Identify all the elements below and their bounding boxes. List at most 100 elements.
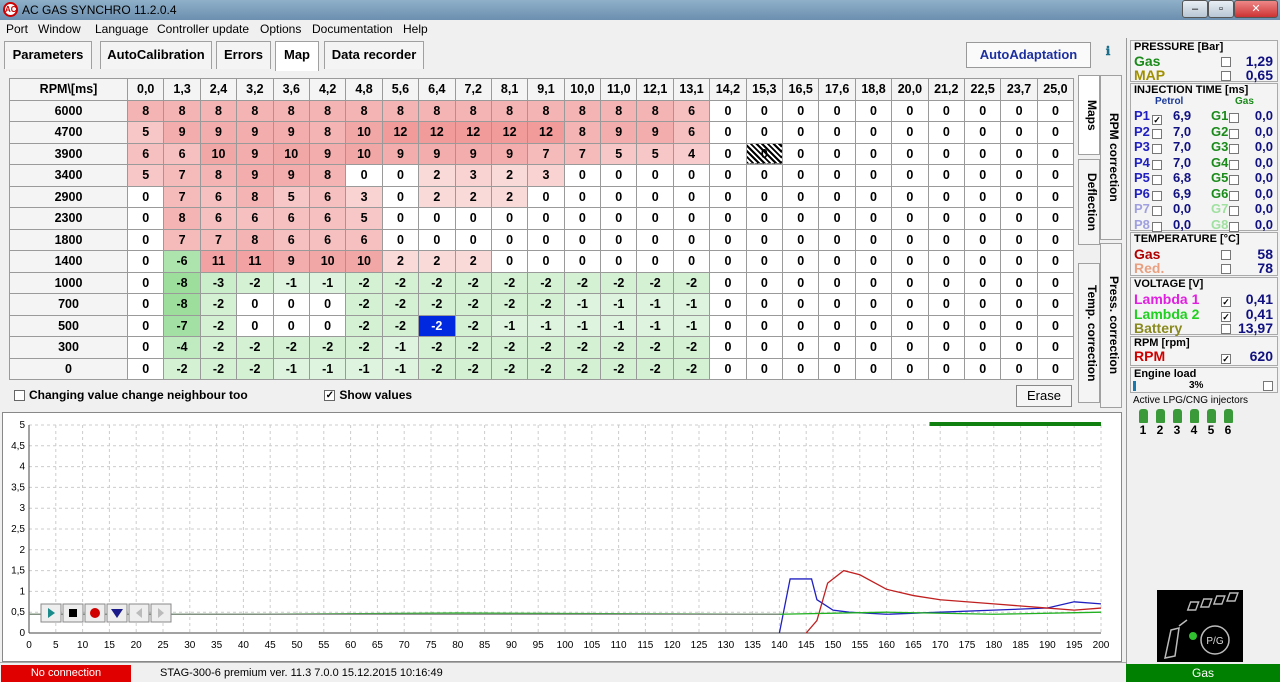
grid-cell[interactable]: 0 xyxy=(418,228,456,251)
grid-cell[interactable]: 0 xyxy=(927,121,965,144)
grid-cell[interactable]: 0 xyxy=(963,271,1002,294)
grid-cell[interactable]: 0 xyxy=(1000,142,1038,165)
grid-cell[interactable]: 0 xyxy=(272,293,310,316)
grid-cell[interactable]: 0 xyxy=(963,142,1002,165)
gas-injector-checkbox[interactable] xyxy=(1229,221,1239,232)
grid-cell[interactable]: 0 xyxy=(672,185,711,208)
grid-cell[interactable]: 9 xyxy=(381,142,420,165)
grid-cell[interactable]: 0 xyxy=(1000,164,1038,187)
grid-cell[interactable]: 0 xyxy=(927,250,965,273)
grid-cell[interactable]: 0 xyxy=(818,121,856,144)
grid-cell[interactable]: 0 xyxy=(854,185,893,208)
grid-cell[interactable]: -2 xyxy=(672,271,711,294)
grid-cell[interactable]: -2 xyxy=(636,357,674,380)
grid-cell[interactable]: 0 xyxy=(563,207,602,230)
grid-cell[interactable]: -2 xyxy=(672,357,711,380)
grid-cell[interactable]: 0 xyxy=(782,164,820,187)
grid-cell[interactable]: 0 xyxy=(745,185,784,208)
grid-cell[interactable]: 0 xyxy=(963,250,1002,273)
grid-cell[interactable]: 8 xyxy=(236,185,274,208)
grid-cell[interactable]: 0 xyxy=(818,164,856,187)
grid-cell[interactable]: 0 xyxy=(818,271,856,294)
grid-cell[interactable]: 0 xyxy=(1036,185,1075,208)
grid-cell[interactable]: 0 xyxy=(527,250,565,273)
gas-injector-checkbox[interactable] xyxy=(1229,159,1239,170)
grid-cell[interactable]: 0 xyxy=(1000,121,1038,144)
grid-cell[interactable]: 0 xyxy=(709,271,747,294)
grid-cell[interactable]: 0 xyxy=(418,207,456,230)
grid-cell[interactable]: -2 xyxy=(272,336,310,359)
grid-cell[interactable]: 0 xyxy=(1000,207,1038,230)
grid-cell[interactable]: -2 xyxy=(563,271,602,294)
grid-cell[interactable]: 0 xyxy=(1000,314,1038,337)
grid-cell[interactable]: 0 xyxy=(563,250,602,273)
grid-cell[interactable]: 8 xyxy=(636,99,674,122)
grid-cell[interactable]: -2 xyxy=(600,271,638,294)
grid-cell[interactable]: 0 xyxy=(854,314,893,337)
grid-cell[interactable]: -2 xyxy=(199,293,238,316)
grid-cell[interactable]: 0 xyxy=(782,357,820,380)
grid-cell[interactable]: 12 xyxy=(381,121,420,144)
grid-cell[interactable]: 0 xyxy=(818,99,856,122)
grid-cell[interactable]: 9 xyxy=(308,142,347,165)
close-button[interactable]: ✕ xyxy=(1234,0,1278,18)
grid-cell[interactable]: 2 xyxy=(490,185,529,208)
grid-cell[interactable]: -2 xyxy=(454,357,492,380)
grid-cell[interactable]: 8 xyxy=(163,207,201,230)
grid-cell[interactable]: 0 xyxy=(709,164,747,187)
grid-cell[interactable]: 0 xyxy=(745,293,784,316)
grid-cell[interactable]: 0 xyxy=(636,228,674,251)
grid-cell[interactable]: -8 xyxy=(163,271,201,294)
grid-cell[interactable]: 8 xyxy=(272,99,310,122)
grid-cell[interactable]: 0 xyxy=(600,164,638,187)
grid-cell[interactable]: 0 xyxy=(854,99,893,122)
grid-cell[interactable]: 0 xyxy=(891,142,929,165)
grid-cell[interactable]: 0 xyxy=(236,293,274,316)
grid-cell[interactable]: 0 xyxy=(745,357,784,380)
grid-cell[interactable]: 0 xyxy=(963,207,1002,230)
grid-cell[interactable]: -2 xyxy=(381,271,420,294)
grid-cell[interactable]: -1 xyxy=(636,314,674,337)
grid-cell[interactable]: 0 xyxy=(891,271,929,294)
grid-cell[interactable]: 0 xyxy=(745,207,784,230)
grid-cell[interactable]: 0 xyxy=(490,207,529,230)
grid-cell[interactable]: 0 xyxy=(745,228,784,251)
grid-cell[interactable]: -1 xyxy=(672,314,711,337)
grid-cell[interactable]: 0 xyxy=(636,250,674,273)
grid-cell[interactable]: 0 xyxy=(891,250,929,273)
grid-cell[interactable]: 6 xyxy=(308,185,347,208)
grid-cell[interactable]: 2 xyxy=(490,164,529,187)
grid-cell[interactable]: 0 xyxy=(854,121,893,144)
grid-cell[interactable]: 8 xyxy=(563,121,602,144)
grid-cell[interactable]: -2 xyxy=(418,336,456,359)
petrol-injector-checkbox[interactable] xyxy=(1152,221,1162,232)
grid-cell[interactable]: 6 xyxy=(345,228,383,251)
grid-cell[interactable]: 10 xyxy=(272,142,310,165)
grid-cell[interactable]: 0 xyxy=(927,164,965,187)
grid-cell[interactable]: -1 xyxy=(272,271,310,294)
grid-cell[interactable]: 0 xyxy=(636,185,674,208)
grid-cell[interactable]: 0 xyxy=(563,185,602,208)
grid-cell[interactable]: 8 xyxy=(236,99,274,122)
grid-cell[interactable]: 0 xyxy=(891,207,929,230)
grid-cell[interactable]: 0 xyxy=(891,293,929,316)
petrol-injector-checkbox[interactable] xyxy=(1152,206,1162,216)
grid-cell[interactable]: 0 xyxy=(527,185,565,208)
grid-cell[interactable]: 0 xyxy=(782,293,820,316)
grid-cell[interactable]: 0 xyxy=(1000,357,1038,380)
grid-cell[interactable]: -2 xyxy=(672,336,711,359)
grid-cell[interactable]: 0 xyxy=(891,314,929,337)
petrol-injector-checkbox[interactable] xyxy=(1152,144,1162,154)
gas-injector-checkbox[interactable] xyxy=(1229,128,1239,139)
tab-errors[interactable]: Errors xyxy=(216,41,271,69)
grid-cell[interactable]: 9 xyxy=(454,142,492,165)
grid-cell[interactable]: 0 xyxy=(927,228,965,251)
grid-cell[interactable]: -2 xyxy=(381,314,420,337)
grid-cell[interactable]: 0 xyxy=(927,207,965,230)
grid-cell[interactable]: 0 xyxy=(963,336,1002,359)
grid-cell[interactable]: -1 xyxy=(563,293,602,316)
gas-injector-checkbox[interactable] xyxy=(1229,175,1239,185)
grid-cell[interactable]: 6 xyxy=(199,207,238,230)
grid-cell[interactable]: 0 xyxy=(782,314,820,337)
grid-cell[interactable]: 0 xyxy=(927,336,965,359)
